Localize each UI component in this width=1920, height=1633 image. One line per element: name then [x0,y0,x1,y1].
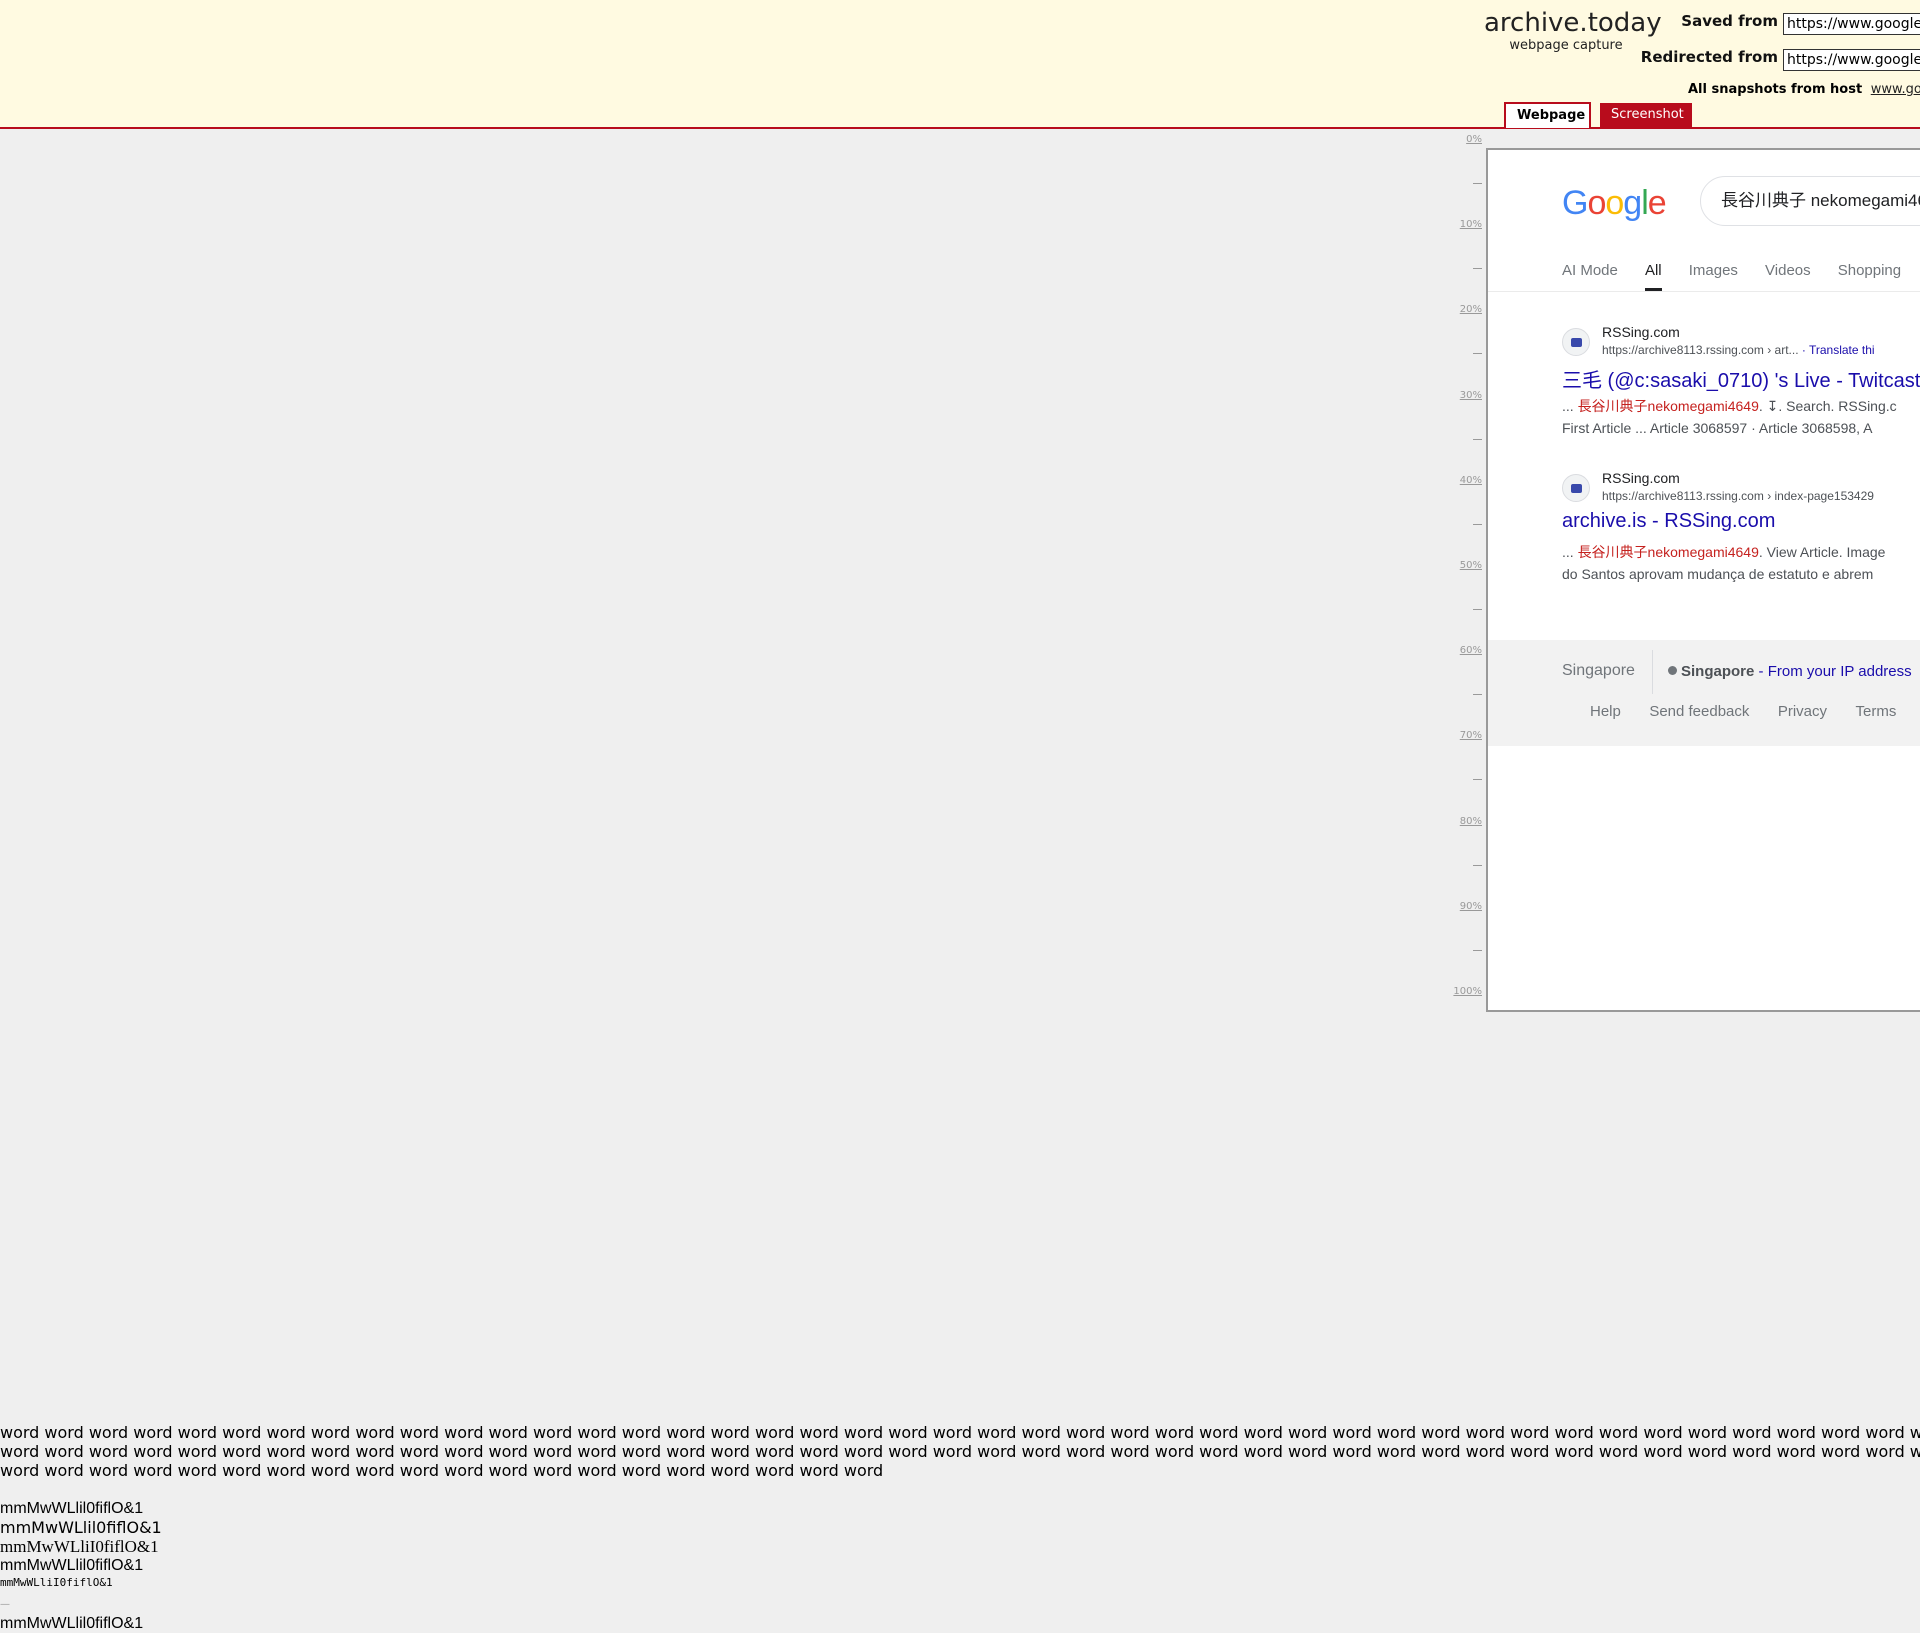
snippet-text: . View Article. Image [1758,544,1886,560]
footer-terms-link[interactable]: Terms [1855,703,1896,720]
ruler-label[interactable]: 10% [1460,219,1482,230]
tab-all[interactable]: All [1644,262,1662,291]
tab-images[interactable]: Images [1689,262,1738,288]
ruler-label[interactable]: 0% [1466,134,1482,145]
google-logo[interactable]: Google [1562,184,1667,223]
font-sample: mmMwWLlil0fiflO&1 [0,1615,144,1632]
tab-webpage[interactable]: Webpage [1504,102,1591,128]
ruler-label[interactable]: 60% [1460,645,1482,656]
footer-location: Singapore - From your IP address [1668,663,1912,680]
all-snapshots-label: All snapshots [1688,82,1787,97]
snippet-line-2: do Santos aprovam mudança de estatuto e … [1562,566,1874,582]
result-url-text: https://archive8113.rssing.com › art... [1602,343,1799,357]
ruler-tick [1473,183,1482,184]
ruler-label[interactable]: 80% [1460,816,1482,827]
result-url[interactable]: https://archive8113.rssing.com › index-p… [1602,489,1874,503]
search-result: RSSing.com https://archive8113.rssing.co… [1562,324,1920,436]
separator-dash: — [0,1599,10,1610]
search-result: RSSing.com https://archive8113.rssing.co… [1562,470,1920,582]
ruler-tick [1473,609,1482,610]
tab-videos[interactable]: Videos [1765,262,1811,288]
site-favicon-icon [1562,474,1590,502]
tab-ai-mode[interactable]: AI Mode [1562,262,1618,288]
snippet-highlight: 長谷川典子nekomegami4649 [1577,398,1759,414]
location-dot-icon [1668,666,1677,675]
tab-screenshot[interactable]: Screenshot [1600,103,1692,127]
tab-shopping[interactable]: Shopping [1838,262,1901,288]
archive-logo[interactable]: archive.today webpage capture [1484,7,1662,53]
ruler-label[interactable]: 30% [1460,390,1482,401]
result-snippet: ... 長谷川典子nekomegami4649. ↧. Search. RSSi… [1562,395,1897,439]
ruler-label[interactable]: 40% [1460,475,1482,486]
archive-header: archive.today webpage capture Saved from… [0,0,1920,129]
footer-country: Singapore [1562,662,1635,679]
redirected-from-label: Redirected from [1640,48,1778,66]
word-line: word word word word word word word word … [0,1442,1920,1461]
font-sample: mmMwWLlil0fiflO&1 [0,1518,162,1537]
snippet-highlight: 長谷川典子nekomegami4649 [1577,544,1759,560]
snippet-prefix: ... [1562,544,1578,560]
snapshot-frame: Google 長谷川典子 nekomegami464 AI Mode All I… [1486,148,1920,1012]
host-snapshots-link[interactable]: www.googl [1871,82,1920,97]
ip-address-link[interactable]: - From your IP address [1754,663,1912,680]
footer-divider [1652,650,1653,694]
snippet-text: . ↧. Search. RSSing.c [1758,398,1897,414]
filler-word-text: word word word word word word word word … [0,1423,1920,1480]
redirected-from-input[interactable] [1783,49,1920,71]
ruler-label[interactable]: 90% [1460,901,1482,912]
result-title-link[interactable]: 三毛 (@c:sasaki_0710) 's Live - Twitcast - [1562,364,1920,393]
google-search-input[interactable]: 長谷川典子 nekomegami464 [1700,176,1920,226]
google-footer: Singapore Singapore - From your IP addre… [1488,640,1920,746]
result-site-name[interactable]: RSSing.com [1602,324,1680,340]
snippet-line-2: First Article ... Article 3068597 · Arti… [1562,420,1873,436]
font-sample: mmMwWLliI0fiflO&1 [0,1537,159,1556]
ruler-tick [1473,353,1482,354]
saved-from-input[interactable] [1783,13,1920,35]
result-url-text: https://archive8113.rssing.com › index-p… [1602,489,1874,503]
result-snippet: ... 長谷川典子nekomegami4649. View Article. I… [1562,541,1885,585]
word-line: word word word word word word word word … [0,1423,1920,1442]
font-sample: mmMwWLlil0fiflO&1 [0,1500,144,1517]
ruler-label[interactable]: 50% [1460,560,1482,571]
word-line: word word word word word word word word … [0,1461,884,1480]
font-sample: mmMwWLlil0fiflO&1 [0,1557,144,1574]
archive-brand-name: archive.today [1484,8,1662,38]
from-host-label: from host [1790,82,1863,97]
footer-help-link[interactable]: Help [1590,703,1621,720]
site-favicon-icon [1562,328,1590,356]
ruler-tick [1473,268,1482,269]
snippet-prefix: ... [1562,398,1578,414]
font-sample: mmMwWLliI0fiflO&1 [0,1576,113,1589]
footer-city: Singapore [1681,663,1755,680]
font-sample-block: mmMwWLlil0fiflO&1 mmMwWLlil0fiflO&1 mmMw… [0,1499,162,1590]
result-url[interactable]: https://archive8113.rssing.com › art... … [1602,343,1875,357]
scroll-percent-ruler: 0% 10% 20% 30% 40% 50% 60% 70% 80% 90% 100% [1440,134,1482,1010]
ruler-tick [1473,950,1482,951]
all-snapshots-line: All snapshots from host www.googl [1688,82,1920,97]
result-site-name[interactable]: RSSing.com [1602,470,1680,486]
translate-link[interactable]: · Translate thi [1799,343,1875,357]
google-search-tabs: AI Mode All Images Videos Shopping Ne [1562,260,1920,291]
footer-privacy-link[interactable]: Privacy [1778,703,1827,720]
ruler-label[interactable]: 100% [1453,986,1482,997]
ruler-label[interactable]: 20% [1460,304,1482,315]
result-title-link[interactable]: archive.is - RSSing.com [1562,510,1775,533]
tabs-divider [1488,291,1920,292]
ruler-label[interactable]: 70% [1460,730,1482,741]
ruler-tick [1473,865,1482,866]
ruler-tick [1473,694,1482,695]
footer-links: Help Send feedback Privacy Terms [1590,703,1920,721]
ruler-tick [1473,524,1482,525]
ruler-tick [1473,779,1482,780]
footer-feedback-link[interactable]: Send feedback [1649,703,1749,720]
ruler-tick [1473,439,1482,440]
saved-from-label: Saved from [1681,12,1778,30]
